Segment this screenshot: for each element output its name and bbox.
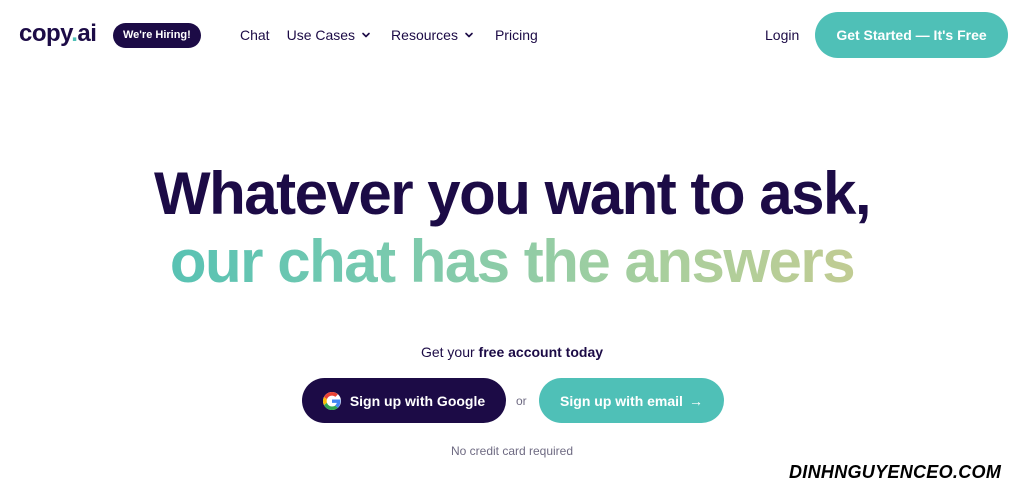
nav-use-cases-label: Use Cases (286, 27, 356, 43)
nav-resources-label: Resources (391, 27, 458, 43)
nav-item-pricing[interactable]: Pricing (495, 24, 538, 46)
hero-headline-line1: Whatever you want to ask, (153, 160, 872, 227)
subtitle-bold: free account today (478, 344, 604, 360)
google-icon (322, 391, 341, 410)
sign-up-google-button[interactable]: Sign up with Google (302, 378, 506, 423)
sign-up-email-button[interactable]: Sign up with email → (539, 378, 724, 423)
email-button-label: Sign up with email (560, 392, 683, 409)
copyai-logo[interactable]: copy.ai (19, 19, 97, 49)
chevron-down-icon (465, 32, 473, 38)
nav-links: Chat Use Cases Resources Pricing (240, 24, 538, 46)
nav-item-resources[interactable]: Resources (391, 24, 474, 46)
hiring-badge[interactable]: We're Hiring! (113, 23, 201, 48)
hero-subtitle: Get your free account today (0, 342, 1024, 362)
top-nav: copy.ai We're Hiring! Chat Use Cases Res… (0, 0, 1024, 70)
logo-main: copy (19, 20, 72, 47)
watermark: DINHNGUYENCEO.COM (789, 462, 1002, 482)
google-button-label: Sign up with Google (349, 392, 486, 409)
subtitle-prefix: Get your (420, 344, 479, 360)
page: copy.ai We're Hiring! Chat Use Cases Res… (0, 0, 1024, 496)
nav-pricing-label: Pricing (494, 27, 538, 43)
login-link[interactable]: Login (765, 24, 799, 46)
or-separator: or (516, 394, 527, 408)
nav-item-use-cases[interactable]: Use Cases (287, 24, 371, 46)
nav-chat-label: Chat (240, 27, 270, 43)
hero-headline-line2: our chat has the answers (0, 226, 1024, 298)
arrow-right-icon: → (688, 392, 703, 409)
get-started-button[interactable]: Get Started — It's Free (815, 12, 1008, 58)
chevron-down-icon (362, 32, 370, 38)
logo-suffix: ai (77, 20, 97, 47)
no-credit-card-note: No credit card required (450, 444, 574, 458)
nav-item-chat[interactable]: Chat (240, 24, 270, 46)
